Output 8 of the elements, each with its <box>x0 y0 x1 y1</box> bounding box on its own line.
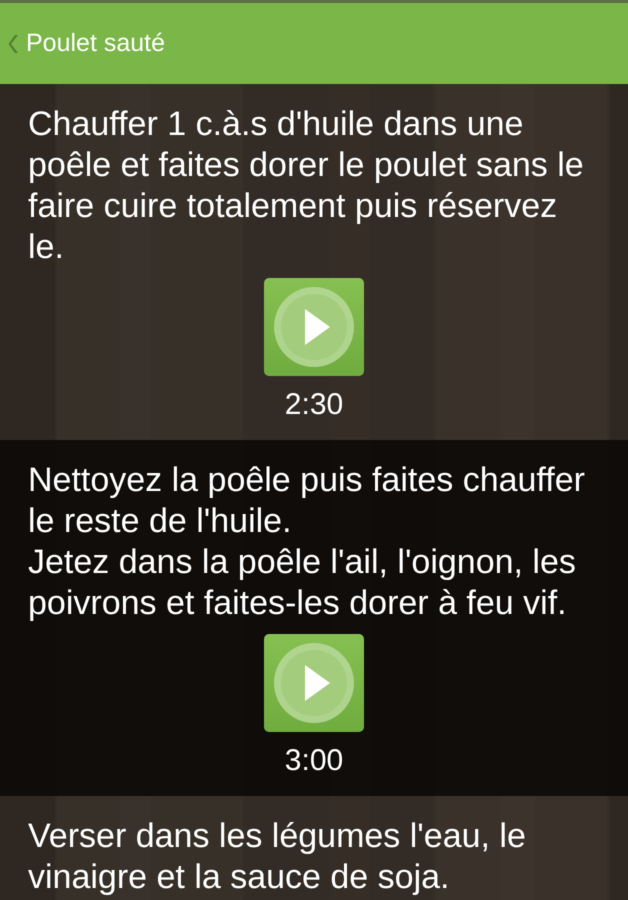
play-button[interactable] <box>264 634 364 732</box>
screen-title[interactable]: Poulet sauté <box>26 24 165 62</box>
play-button[interactable] <box>264 278 364 376</box>
step-text: Verser dans les légumes l'eau, le vinaigre et la sauce de soja. <box>28 816 527 898</box>
step-text: Nettoyez la poêle puis faites chauffer le reste de l'huile. Jetez dans la poêle l'ail, l'oignon, les poivrons et faites-les dorer à feu vif. <box>28 460 586 624</box>
step-text: Chauffer 1 c.à.s d'huile dans une poêle et faites dorer le poulet sans le faire cuire totalement puis réservez le. <box>28 104 585 268</box>
timer-text: 2:30 <box>284 388 344 421</box>
timer-text: 3:00 <box>284 744 344 777</box>
